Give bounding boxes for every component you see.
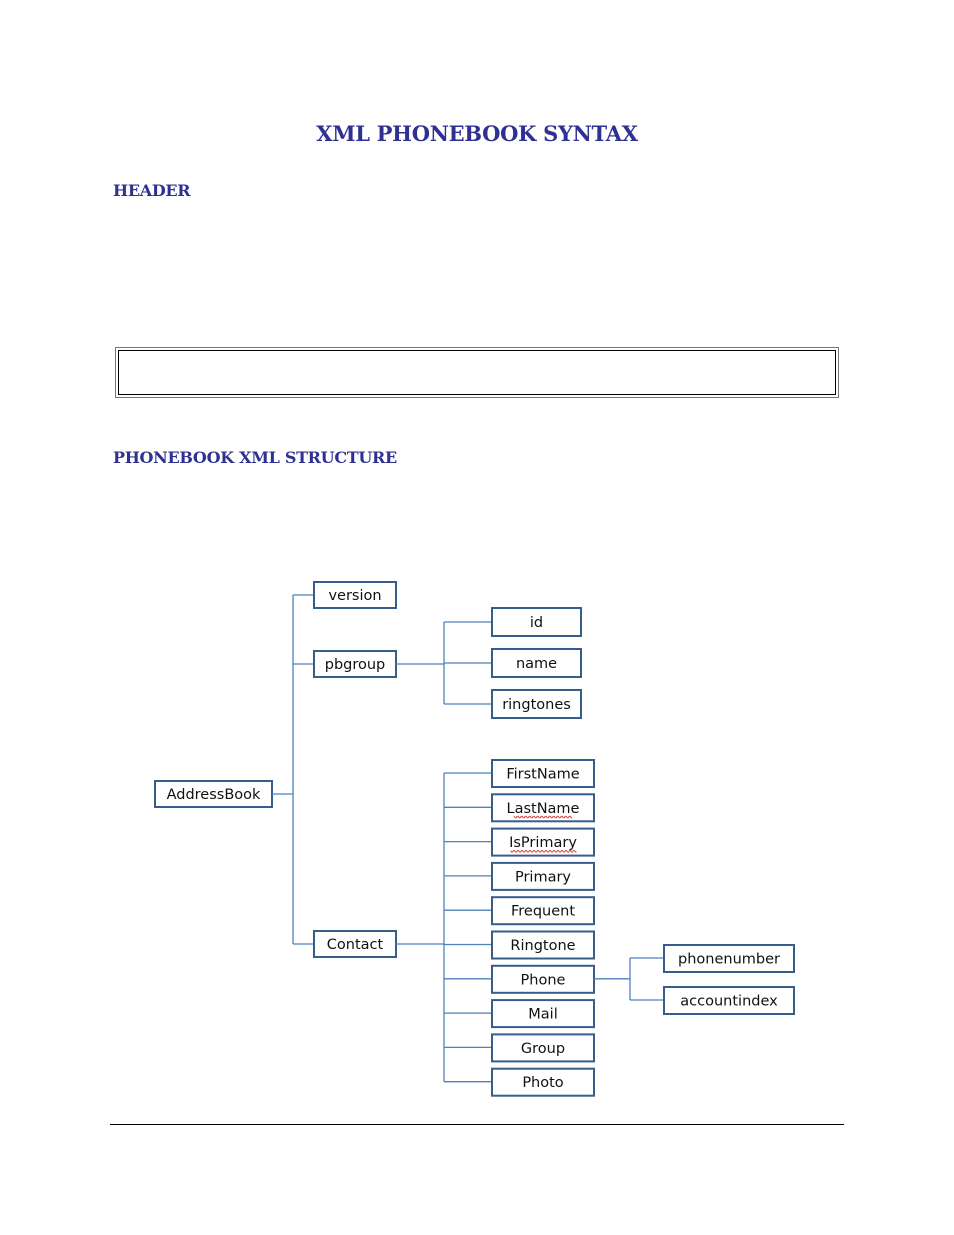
node-id: id: [491, 607, 582, 637]
node-frequent: Frequent: [491, 896, 595, 926]
node-label: Frequent: [511, 904, 575, 920]
node-label: ringtones: [502, 697, 571, 713]
phonebook-structure-diagram: AddressBook version pbgroup Contact id name ri…: [154, 581, 795, 1097]
node-label: name: [516, 656, 557, 672]
node-label: LastName: [507, 801, 580, 817]
node-label: Ringtone: [510, 938, 575, 954]
node-addressbook: AddressBook: [154, 780, 273, 808]
node-ringtones: ringtones: [491, 689, 582, 719]
node-label: Primary: [515, 869, 571, 885]
node-firstname: FirstName: [491, 759, 595, 788]
node-lastname: LastName: [491, 793, 595, 823]
node-label: Mail: [528, 1007, 557, 1023]
node-label: Group: [521, 1041, 565, 1057]
node-photo: Photo: [491, 1067, 595, 1097]
node-label: version: [328, 588, 381, 604]
node-name: name: [491, 648, 582, 678]
node-label: accountindex: [680, 994, 778, 1010]
node-label: AddressBook: [167, 787, 261, 803]
node-contact: Contact: [313, 930, 397, 958]
node-isprimary: IsPrimary: [491, 827, 595, 857]
node-label: phonenumber: [678, 952, 780, 968]
node-group: Group: [491, 1033, 595, 1063]
node-label: FirstName: [506, 767, 579, 783]
node-phone: Phone: [491, 964, 595, 994]
node-version: version: [313, 581, 397, 609]
node-label: Phone: [521, 972, 566, 988]
node-accountindex: accountindex: [663, 986, 795, 1015]
node-phonenumber: phonenumber: [663, 944, 795, 973]
node-pbgroup: pbgroup: [313, 650, 397, 678]
node-label: Contact: [327, 937, 384, 953]
node-ringtone: Ringtone: [491, 930, 595, 960]
node-label: IsPrimary: [509, 835, 577, 851]
node-label: pbgroup: [325, 657, 386, 673]
node-label: id: [530, 615, 543, 631]
node-label: Photo: [522, 1075, 563, 1091]
node-mail: Mail: [491, 999, 595, 1029]
node-primary: Primary: [491, 861, 595, 891]
footer-divider: [110, 1124, 844, 1125]
